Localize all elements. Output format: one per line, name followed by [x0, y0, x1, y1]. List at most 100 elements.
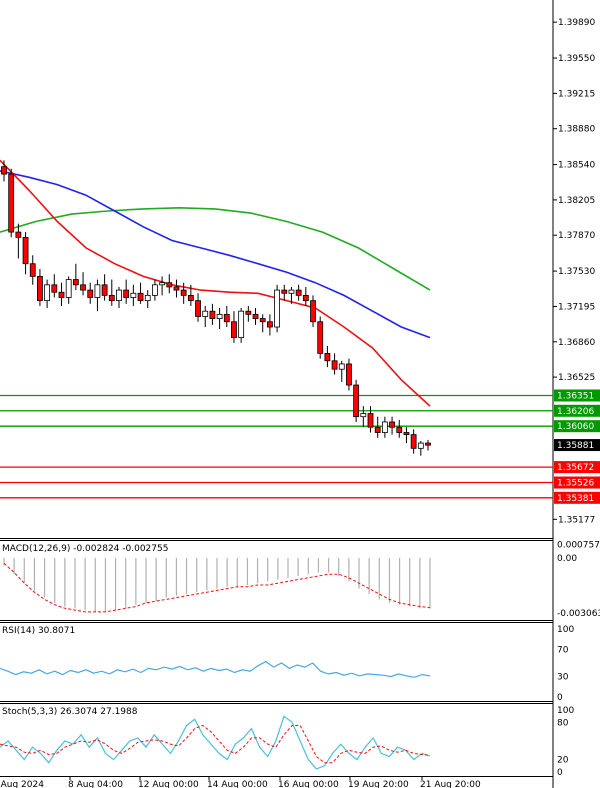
price-tick-label: 1.38205 [558, 196, 595, 206]
stoch-tick-label: 0 [557, 768, 563, 778]
candle-body [396, 426, 403, 433]
candle-body [209, 310, 216, 319]
rsi-tick-label: 30 [557, 673, 569, 683]
candle-body [324, 352, 331, 362]
stoch-tick-label: 100 [557, 706, 574, 716]
level-price-label: 1.35526 [557, 479, 594, 489]
candle-body [252, 313, 259, 319]
candle-body [281, 289, 288, 294]
candle-body [403, 432, 410, 436]
candle-body [202, 310, 209, 317]
price-tick-label: 1.35177 [558, 515, 595, 525]
level-lines: 1.36351 1.36206 1.36060 1.35672 1.35526 1.353… [0, 389, 600, 504]
rsi-tick-label: 100 [557, 625, 574, 635]
candle-body [331, 360, 338, 370]
candle-body [259, 318, 266, 323]
candle-body [44, 284, 51, 302]
candle-body [353, 384, 360, 418]
candle-body [216, 313, 223, 319]
moving-averages [0, 159, 431, 407]
ma-red-line [0, 159, 431, 407]
candle-body [417, 442, 424, 449]
candle-body [123, 289, 130, 298]
candle-body [425, 442, 431, 446]
candle-body [338, 363, 345, 370]
candle-body [8, 173, 15, 233]
macd-tick-label: 0.00 [557, 554, 577, 564]
rsi-tick-label: 0 [557, 693, 563, 703]
candle-body [159, 282, 166, 286]
time-tick-label: 21 Aug 20:00 [420, 780, 481, 788]
ma-green-line [0, 206, 431, 291]
level-price-label: 1.35672 [557, 463, 594, 473]
current-price-marker: 1.35881 [554, 439, 600, 452]
level-price-label: 1.36060 [557, 422, 594, 432]
macd-tick-label: 0.000757 [557, 540, 600, 550]
candle-body [374, 426, 381, 433]
price-tick-label: 1.39215 [558, 89, 595, 99]
stoch-k-line [0, 715, 431, 770]
candle-body [367, 413, 374, 428]
stoch-tick-label: 80 [557, 718, 569, 728]
price-tick-label: 1.37870 [558, 231, 595, 241]
candle-body [137, 292, 144, 302]
candle-body [65, 279, 72, 298]
current-price-label: 1.35881 [557, 441, 594, 451]
time-tick-label: 8 Aug 04:00 [68, 780, 123, 788]
price-tick-label: 1.39890 [558, 18, 595, 28]
candle-body [130, 292, 137, 298]
candle-body [389, 421, 395, 428]
candle-body [116, 289, 122, 302]
time-tick-label: 16 Aug 00:00 [278, 780, 339, 788]
time-axis-labels: 6 Aug 2024 8 Aug 04:00 12 Aug 00:00 14 Aug … [0, 776, 481, 788]
candle-body [295, 289, 302, 296]
stoch-tick-label: 20 [557, 756, 569, 766]
price-tick-label: 1.36860 [558, 338, 595, 348]
price-chart: 1.39890 1.39550 1.39215 1.38880 1.38540 1.382… [0, 0, 600, 788]
candle-body [288, 289, 295, 294]
candle-body [302, 294, 309, 302]
rsi-label: RSI(14) 30.8071 [2, 626, 75, 636]
macd-tick-label: -0.003063 [557, 609, 600, 619]
candle-body [310, 300, 316, 323]
candle-body [317, 321, 324, 354]
candle-body [144, 294, 151, 302]
candle-body [410, 434, 417, 449]
level-price-label: 1.35381 [557, 494, 594, 504]
level-price-label: 1.36351 [557, 391, 594, 401]
time-tick-label: 19 Aug 20:00 [348, 780, 409, 788]
time-tick-label: 6 Aug 2024 [0, 780, 44, 788]
price-tick-label: 1.39550 [558, 54, 595, 64]
candle-body [231, 321, 237, 338]
level-price-label: 1.36206 [557, 407, 594, 417]
candle-body [166, 282, 173, 288]
candle-body [72, 279, 79, 286]
candle-body [51, 284, 58, 293]
price-tick-label: 1.37195 [558, 302, 595, 312]
candle-body [152, 284, 158, 296]
candle-body [22, 236, 29, 265]
candle-body [58, 291, 65, 298]
candle-body [187, 294, 194, 302]
candle-body [173, 286, 180, 291]
time-tick-label: 14 Aug 00:00 [207, 780, 268, 788]
candle-body [238, 310, 245, 338]
candle-body [180, 289, 187, 296]
candle-body [266, 321, 273, 328]
candle-body [195, 300, 201, 317]
rsi-tick-label: 70 [557, 645, 569, 655]
candle-body [101, 284, 108, 296]
price-tick-label: 1.38880 [558, 125, 595, 135]
candle-body [274, 289, 280, 328]
candle-body [381, 421, 388, 433]
price-tick-label: 1.38540 [558, 161, 595, 171]
price-tick-label: 1.36525 [558, 373, 595, 383]
stoch-label: Stoch(5,3,3) 26.3074 27.1988 [2, 707, 138, 717]
candle-body [29, 263, 36, 277]
candle-body [87, 289, 94, 298]
candle-body [360, 413, 367, 418]
price-tick-label: 1.37530 [558, 267, 595, 277]
rsi-line [0, 660, 431, 678]
candle-body [223, 313, 230, 323]
candle-body [1, 166, 7, 175]
